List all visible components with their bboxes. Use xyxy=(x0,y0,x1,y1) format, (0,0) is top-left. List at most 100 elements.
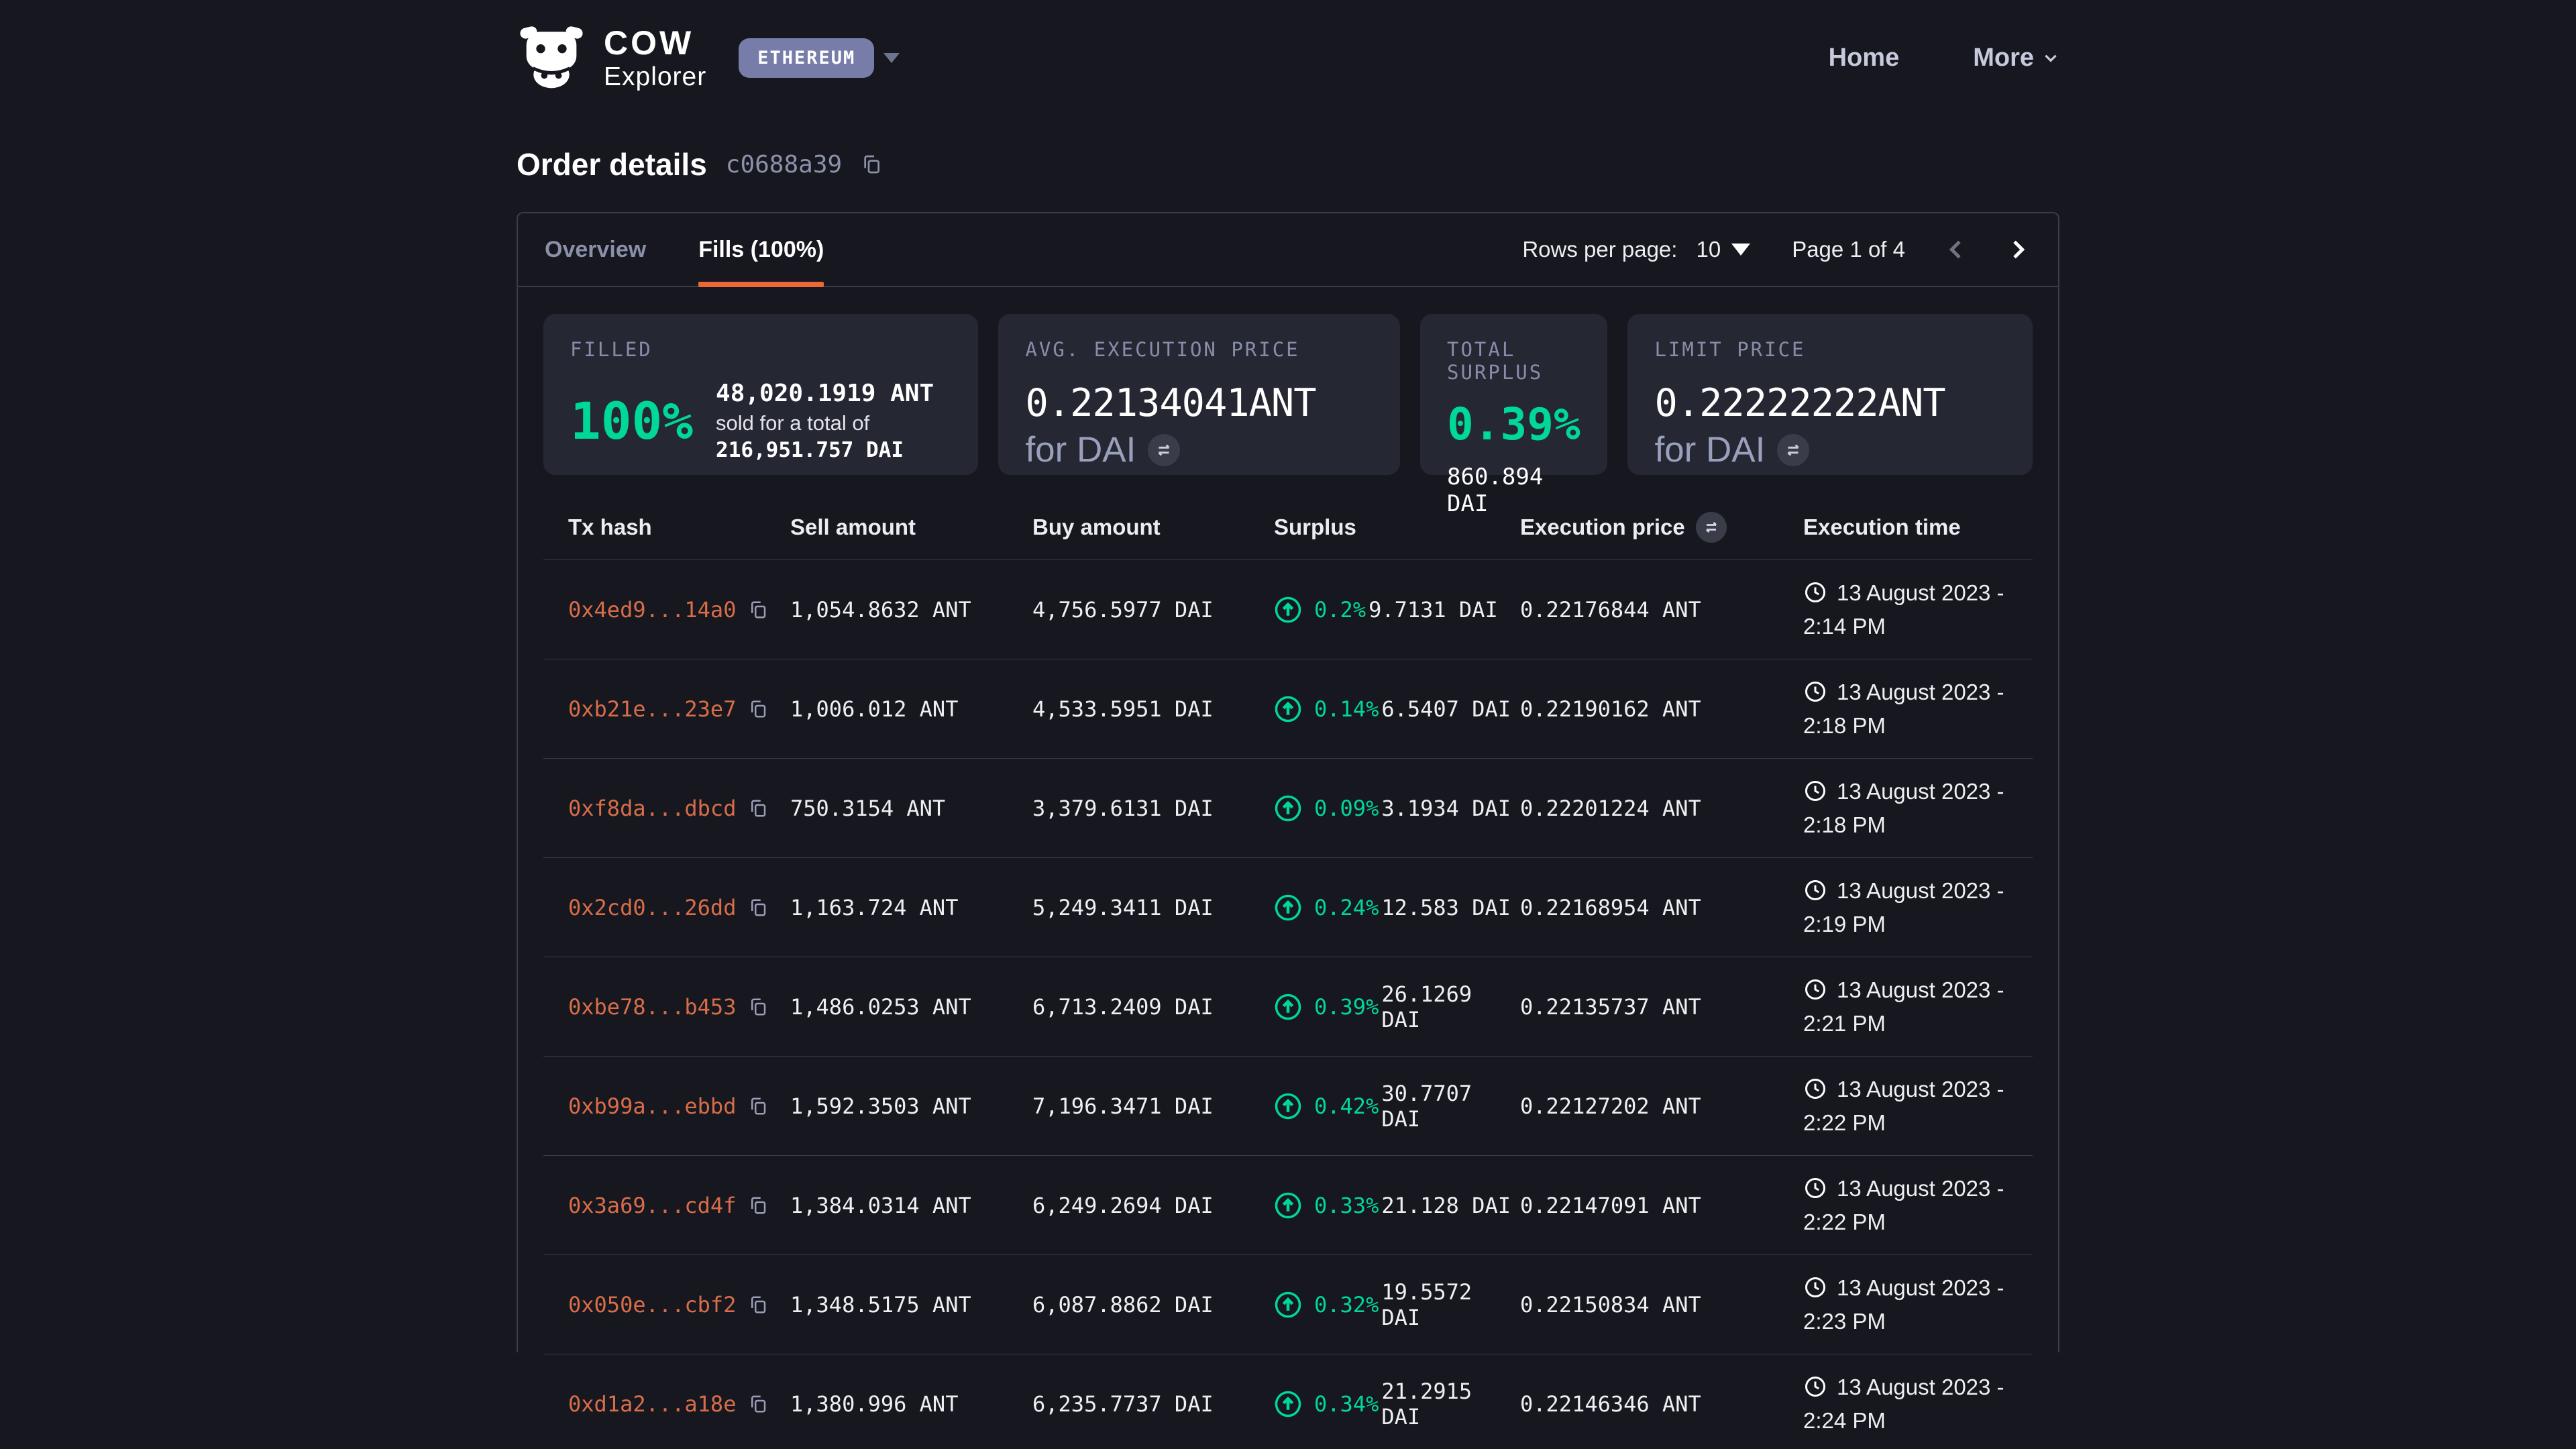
surplus-up-icon xyxy=(1274,1191,1302,1220)
execution-time-text: 13 August 2023 - 2:23 PM xyxy=(1803,1275,2004,1334)
execution-time-cell: 13 August 2023 - 2:18 PM xyxy=(1803,676,2031,742)
surplus-up-icon xyxy=(1274,695,1302,723)
execution-time-cell: 13 August 2023 - 2:18 PM xyxy=(1803,775,2031,841)
clock-icon xyxy=(1803,1176,1827,1200)
sell-amount-cell: 1,384.0314 ANT xyxy=(790,1193,1032,1218)
tx-hash-link[interactable]: 0xf8da...dbcd xyxy=(568,796,736,821)
table-row: 0xf8da...dbcd 750.3154 ANT 3,379.6131 DA… xyxy=(543,758,2033,857)
copy-tx-hash-icon[interactable] xyxy=(748,898,768,918)
surplus-percent: 0.09% xyxy=(1314,796,1379,821)
network-badge[interactable]: ETHEREUM xyxy=(739,38,874,78)
order-id: c0688a39 xyxy=(726,151,842,178)
surplus-cell: 0.2% 9.7131 DAI xyxy=(1274,596,1520,624)
execution-time-text: 13 August 2023 - 2:18 PM xyxy=(1803,680,2004,738)
rows-per-page-label: Rows per page: xyxy=(1522,237,1677,262)
main-nav: Home More xyxy=(1829,44,2059,72)
tx-hash-link[interactable]: 0x2cd0...26dd xyxy=(568,895,736,920)
execution-price-text: 0.22201224 ANT xyxy=(1520,796,1701,821)
col-buy-amount: Buy amount xyxy=(1032,515,1274,540)
surplus-up-icon xyxy=(1274,794,1302,822)
nav-more-link[interactable]: More xyxy=(1973,44,2059,72)
col-tx-hash: Tx hash xyxy=(568,515,790,540)
tx-hash-link[interactable]: 0xbe78...b453 xyxy=(568,994,736,1020)
col-execution-time: Execution time xyxy=(1803,515,2031,540)
invert-execution-price-icon[interactable] xyxy=(1696,512,1727,543)
page-title: Order details xyxy=(517,146,707,182)
buy-amount-cell: 4,533.5951 DAI xyxy=(1032,696,1274,722)
surplus-amount: 3.1934 DAI xyxy=(1381,796,1511,821)
copy-tx-hash-icon[interactable] xyxy=(748,798,768,818)
network-selector[interactable]: ETHEREUM xyxy=(739,38,900,78)
copy-tx-hash-icon[interactable] xyxy=(748,1295,768,1315)
execution-time-text: 13 August 2023 - 2:19 PM xyxy=(1803,878,2004,936)
prev-page-icon[interactable] xyxy=(1943,236,1970,263)
execution-price-cell: 0.22146346 ANT xyxy=(1520,1391,1803,1417)
surplus-cell: 0.09% 3.1934 DAI xyxy=(1274,794,1520,822)
surplus-up-icon xyxy=(1274,1291,1302,1319)
execution-time-cell: 13 August 2023 - 2:23 PM xyxy=(1803,1271,2031,1338)
col-sell-amount: Sell amount xyxy=(790,515,1032,540)
logo-subtitle: Explorer xyxy=(604,64,706,90)
surplus-up-icon xyxy=(1274,894,1302,922)
tx-hash-link[interactable]: 0x4ed9...14a0 xyxy=(568,597,736,623)
filled-total-line: sold for a total of 216,951.757 DAI xyxy=(716,410,951,464)
copy-tx-hash-icon[interactable] xyxy=(748,1096,768,1116)
execution-time-text: 13 August 2023 - 2:24 PM xyxy=(1803,1375,2004,1433)
copy-order-id-icon[interactable] xyxy=(861,154,882,175)
surplus-cell: 0.24% 12.583 DAI xyxy=(1274,894,1520,922)
main-content: Order details c0688a39 Overview Fills (1… xyxy=(517,146,2059,1352)
table-row: 0xb21e...23e7 1,006.012 ANT 4,533.5951 D… xyxy=(543,659,2033,758)
tab-overview[interactable]: Overview xyxy=(545,213,646,286)
copy-tx-hash-icon[interactable] xyxy=(748,1195,768,1216)
execution-price-cell: 0.22190162 ANT xyxy=(1520,696,1803,722)
col-surplus: Surplus xyxy=(1274,515,1520,540)
limit-price-value: 0.22222222ANT xyxy=(1654,381,2006,425)
sell-amount-cell: 1,054.8632 ANT xyxy=(790,597,1032,623)
stat-cards: FILLED 100% 48,020.1919 ANT sold for a t… xyxy=(543,314,2033,475)
invert-price-icon[interactable] xyxy=(1777,434,1809,466)
surplus-cell: 0.14% 6.5407 DAI xyxy=(1274,695,1520,723)
execution-price-text: 0.22127202 ANT xyxy=(1520,1093,1701,1119)
copy-tx-hash-icon[interactable] xyxy=(748,1394,768,1414)
copy-tx-hash-icon[interactable] xyxy=(748,997,768,1017)
logo[interactable]: COW Explorer xyxy=(604,26,706,90)
execution-time-text: 13 August 2023 - 2:18 PM xyxy=(1803,779,2004,837)
tab-fills[interactable]: Fills (100%) xyxy=(698,213,824,286)
clock-icon xyxy=(1803,1375,1827,1399)
surplus-up-icon xyxy=(1274,993,1302,1021)
invert-price-icon[interactable] xyxy=(1148,434,1180,466)
surplus-amount: 19.5572 DAI xyxy=(1381,1279,1520,1330)
col-execution-price: Execution price xyxy=(1520,512,1803,543)
clock-icon xyxy=(1803,1275,1827,1299)
network-caret-icon xyxy=(883,53,900,63)
sell-amount-cell: 1,006.012 ANT xyxy=(790,696,1032,722)
execution-time-cell: 13 August 2023 - 2:14 PM xyxy=(1803,576,2031,643)
tx-hash-link[interactable]: 0x3a69...cd4f xyxy=(568,1193,736,1218)
rows-per-page-select[interactable]: 10 xyxy=(1696,237,1750,262)
tx-hash-link[interactable]: 0xd1a2...a18e xyxy=(568,1391,736,1417)
tx-hash-link[interactable]: 0xb21e...23e7 xyxy=(568,696,736,722)
execution-time-text: 13 August 2023 - 2:14 PM xyxy=(1803,580,2004,639)
buy-amount-cell: 4,756.5977 DAI xyxy=(1032,597,1274,623)
clock-icon xyxy=(1803,977,1827,1002)
filled-card: FILLED 100% 48,020.1919 ANT sold for a t… xyxy=(543,314,978,475)
clock-icon xyxy=(1803,680,1827,704)
surplus-percent: 0.32% xyxy=(1314,1292,1379,1318)
tx-hash-link[interactable]: 0xb99a...ebbd xyxy=(568,1093,736,1119)
copy-tx-hash-icon[interactable] xyxy=(748,600,768,620)
surplus-percent: 0.14% xyxy=(1314,696,1379,722)
execution-time-cell: 13 August 2023 - 2:24 PM xyxy=(1803,1371,2031,1437)
copy-tx-hash-icon[interactable] xyxy=(748,699,768,719)
tab-bar: Overview Fills (100%) Rows per page: 10 … xyxy=(518,213,2058,287)
buy-amount-cell: 7,196.3471 DAI xyxy=(1032,1093,1274,1119)
execution-price-cell: 0.22201224 ANT xyxy=(1520,796,1803,821)
nav-home-link[interactable]: Home xyxy=(1829,44,1900,72)
cow-logo-icon[interactable] xyxy=(517,25,586,90)
execution-time-cell: 13 August 2023 - 2:19 PM xyxy=(1803,874,2031,941)
execution-price-text: 0.22146346 ANT xyxy=(1520,1391,1701,1417)
tx-hash-link[interactable]: 0x050e...cbf2 xyxy=(568,1292,736,1318)
table-row: 0xbe78...b453 1,486.0253 ANT 6,713.2409 … xyxy=(543,957,2033,1056)
surplus-amount: 21.2915 DAI xyxy=(1381,1379,1520,1430)
execution-price-cell: 0.22127202 ANT xyxy=(1520,1093,1803,1119)
next-page-icon[interactable] xyxy=(2004,236,2031,263)
